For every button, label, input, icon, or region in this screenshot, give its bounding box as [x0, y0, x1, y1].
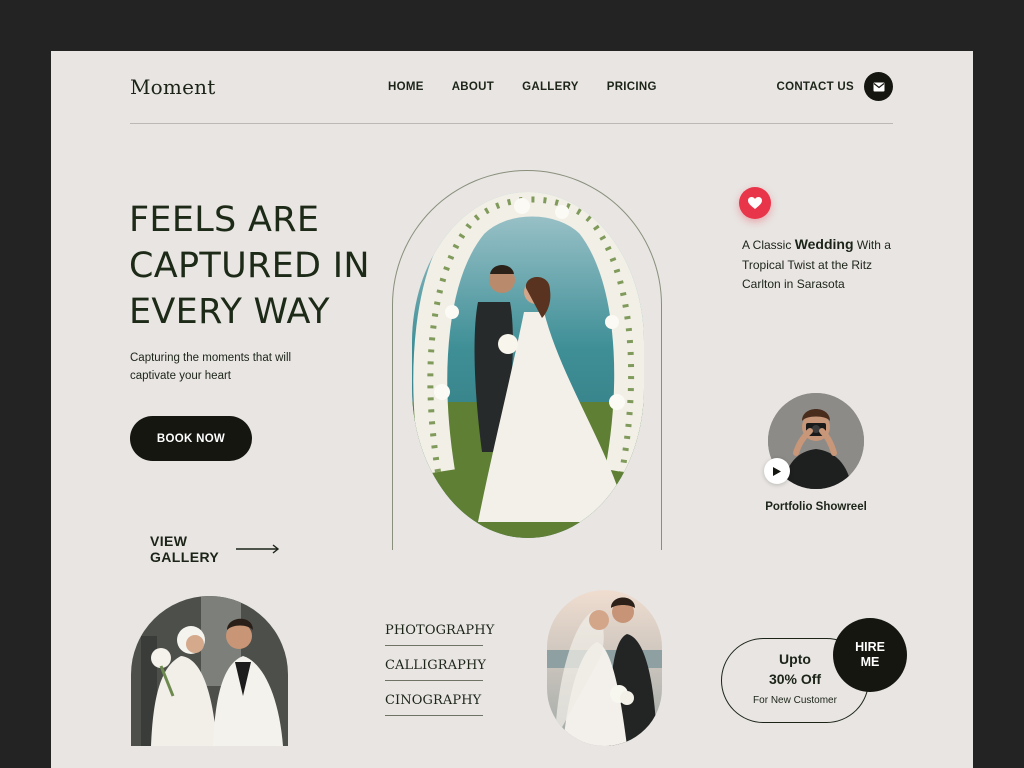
- nav-gallery[interactable]: GALLERY: [522, 81, 579, 93]
- wedding-arch-photo: [412, 192, 644, 538]
- hire-me-label[interactable]: HIRE ME: [850, 640, 890, 670]
- main-nav: HOME ABOUT GALLERY PRICING: [388, 81, 657, 93]
- play-icon[interactable]: [764, 458, 790, 484]
- offer-discount: 30% Off: [768, 671, 822, 687]
- mail-icon[interactable]: [864, 72, 893, 101]
- nav-about[interactable]: ABOUT: [452, 81, 494, 93]
- feature-description: A Classic Wedding With a Tropical Twist …: [742, 235, 912, 295]
- view-gallery-label[interactable]: VIEW GALLERY: [150, 533, 219, 565]
- contact-us[interactable]: CONTACT US: [776, 72, 893, 101]
- service-calligraphy[interactable]: CALLIGRAPHY: [385, 654, 486, 681]
- book-now-button[interactable]: BOOK NOW: [130, 416, 252, 461]
- service-photography[interactable]: PHOTOGRAPHY: [385, 619, 494, 646]
- heart-icon: [739, 187, 771, 219]
- feature-text-before: A Classic: [742, 238, 795, 252]
- hire-me-button[interactable]: HIRE ME: [833, 618, 907, 692]
- arrow-right-icon[interactable]: [236, 544, 280, 554]
- contact-us-label[interactable]: CONTACT US: [776, 81, 854, 93]
- header-divider: [130, 123, 893, 124]
- view-gallery-link[interactable]: VIEW GALLERY: [150, 533, 280, 565]
- couple-photo-arch: [131, 596, 288, 746]
- services-list: PHOTOGRAPHY CALLIGRAPHY CINOGRAPHY: [385, 619, 494, 724]
- offer-prefix: Upto: [779, 651, 811, 667]
- brand-logo[interactable]: Moment: [130, 75, 215, 99]
- nav-home[interactable]: HOME: [388, 81, 424, 93]
- landing-page: Moment HOME ABOUT GALLERY PRICING CONTAC…: [51, 51, 973, 768]
- nav-pricing[interactable]: PRICING: [607, 81, 657, 93]
- couple-photo-pill: [547, 590, 662, 746]
- hero-subtitle: Capturing the moments that will captivat…: [130, 352, 292, 382]
- hero-title: FEELS ARE CAPTURED IN EVERY WAY: [129, 200, 370, 332]
- service-cinography[interactable]: CINOGRAPHY: [385, 689, 483, 716]
- offer-note: For New Customer: [753, 695, 837, 706]
- feature-highlight: Wedding: [794, 236, 854, 252]
- showreel-label[interactable]: Portfolio Showreel: [751, 501, 881, 513]
